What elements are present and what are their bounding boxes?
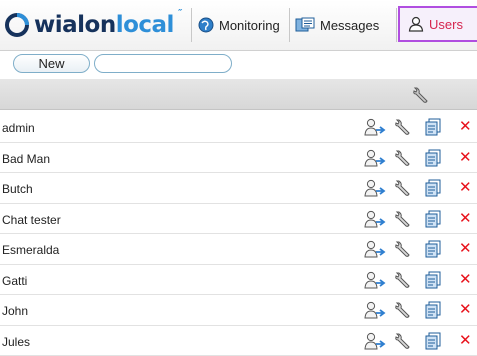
table-row[interactable]: Bad Man ✕ bbox=[0, 143, 477, 174]
toolbar: New bbox=[0, 51, 477, 77]
user-name[interactable]: Chat tester bbox=[2, 213, 61, 227]
user-name[interactable]: John bbox=[2, 304, 28, 318]
user-properties-icon[interactable] bbox=[364, 332, 386, 353]
nav-separator bbox=[191, 8, 192, 42]
user-name[interactable]: Bad Man bbox=[2, 152, 50, 166]
tab-monitoring-label: Monitoring bbox=[219, 18, 280, 33]
tab-messages-label: Messages bbox=[320, 18, 379, 33]
search-input[interactable] bbox=[94, 54, 232, 73]
copy-icon[interactable] bbox=[425, 149, 441, 170]
delete-icon[interactable]: ✕ bbox=[459, 178, 472, 196]
user-properties-icon[interactable] bbox=[364, 210, 386, 231]
table-header bbox=[0, 79, 477, 110]
table-row[interactable]: Butch ✕ bbox=[0, 173, 477, 204]
wrench-icon[interactable] bbox=[394, 118, 412, 139]
wrench-icon[interactable] bbox=[394, 332, 412, 353]
logo-mark: ″ bbox=[178, 8, 182, 19]
user-name[interactable]: admin bbox=[2, 121, 35, 135]
globe-icon bbox=[198, 17, 214, 33]
new-button[interactable]: New bbox=[13, 54, 90, 73]
wrench-icon[interactable] bbox=[394, 179, 412, 200]
delete-icon[interactable]: ✕ bbox=[459, 239, 472, 257]
table-row[interactable]: Jules ✕ bbox=[0, 326, 477, 356]
wialon-logo[interactable]: wialonlocal ″ bbox=[4, 8, 186, 42]
wrench-icon bbox=[412, 86, 430, 107]
delete-icon[interactable]: ✕ bbox=[459, 209, 472, 227]
nav-separator bbox=[396, 8, 397, 42]
logo-text-main: wialon bbox=[34, 12, 116, 38]
wrench-icon[interactable] bbox=[394, 301, 412, 322]
copy-icon[interactable] bbox=[425, 271, 441, 292]
wrench-icon[interactable] bbox=[394, 240, 412, 261]
user-properties-icon[interactable] bbox=[364, 118, 386, 139]
user-name[interactable]: Butch bbox=[2, 182, 33, 196]
table-row[interactable]: Gatti ✕ bbox=[0, 265, 477, 296]
copy-icon[interactable] bbox=[425, 240, 441, 261]
tab-users[interactable]: Users bbox=[398, 6, 477, 42]
wrench-icon[interactable] bbox=[394, 271, 412, 292]
copy-icon[interactable] bbox=[425, 179, 441, 200]
tab-monitoring[interactable]: Monitoring bbox=[198, 8, 280, 42]
nav-separator bbox=[289, 8, 290, 42]
table-row[interactable]: John ✕ bbox=[0, 295, 477, 326]
delete-icon[interactable]: ✕ bbox=[459, 270, 472, 288]
user-properties-icon[interactable] bbox=[364, 240, 386, 261]
logo-text: wialonlocal″ bbox=[34, 12, 174, 38]
tab-messages[interactable]: Messages bbox=[295, 8, 379, 42]
delete-icon[interactable]: ✕ bbox=[459, 331, 472, 349]
copy-icon[interactable] bbox=[425, 210, 441, 231]
messages-icon bbox=[295, 17, 315, 33]
top-bar: wialonlocal ″ Monitoring Messages bbox=[0, 0, 477, 51]
tab-users-label: Users bbox=[429, 17, 463, 32]
delete-icon[interactable]: ✕ bbox=[459, 300, 472, 318]
logo-text-accent: local bbox=[116, 12, 174, 38]
copy-icon[interactable] bbox=[425, 301, 441, 322]
table-row[interactable]: admin ✕ bbox=[0, 112, 477, 143]
user-icon bbox=[408, 16, 424, 32]
user-properties-icon[interactable] bbox=[364, 301, 386, 322]
user-name[interactable]: Jules bbox=[2, 335, 30, 349]
wrench-icon[interactable] bbox=[394, 210, 412, 231]
user-properties-icon[interactable] bbox=[364, 271, 386, 292]
delete-icon[interactable]: ✕ bbox=[459, 148, 472, 166]
logo-ring-icon bbox=[4, 12, 30, 38]
users-table-body: admin ✕ Bad Man ✕ Butch bbox=[0, 112, 477, 356]
user-properties-icon[interactable] bbox=[364, 179, 386, 200]
copy-icon[interactable] bbox=[425, 118, 441, 139]
user-properties-icon[interactable] bbox=[364, 149, 386, 170]
table-row[interactable]: Chat tester ✕ bbox=[0, 204, 477, 235]
table-row[interactable]: Esmeralda ✕ bbox=[0, 234, 477, 265]
copy-icon[interactable] bbox=[425, 332, 441, 353]
delete-icon[interactable]: ✕ bbox=[459, 117, 472, 135]
user-name[interactable]: Gatti bbox=[2, 274, 27, 288]
wrench-icon[interactable] bbox=[394, 149, 412, 170]
user-name[interactable]: Esmeralda bbox=[2, 243, 59, 257]
